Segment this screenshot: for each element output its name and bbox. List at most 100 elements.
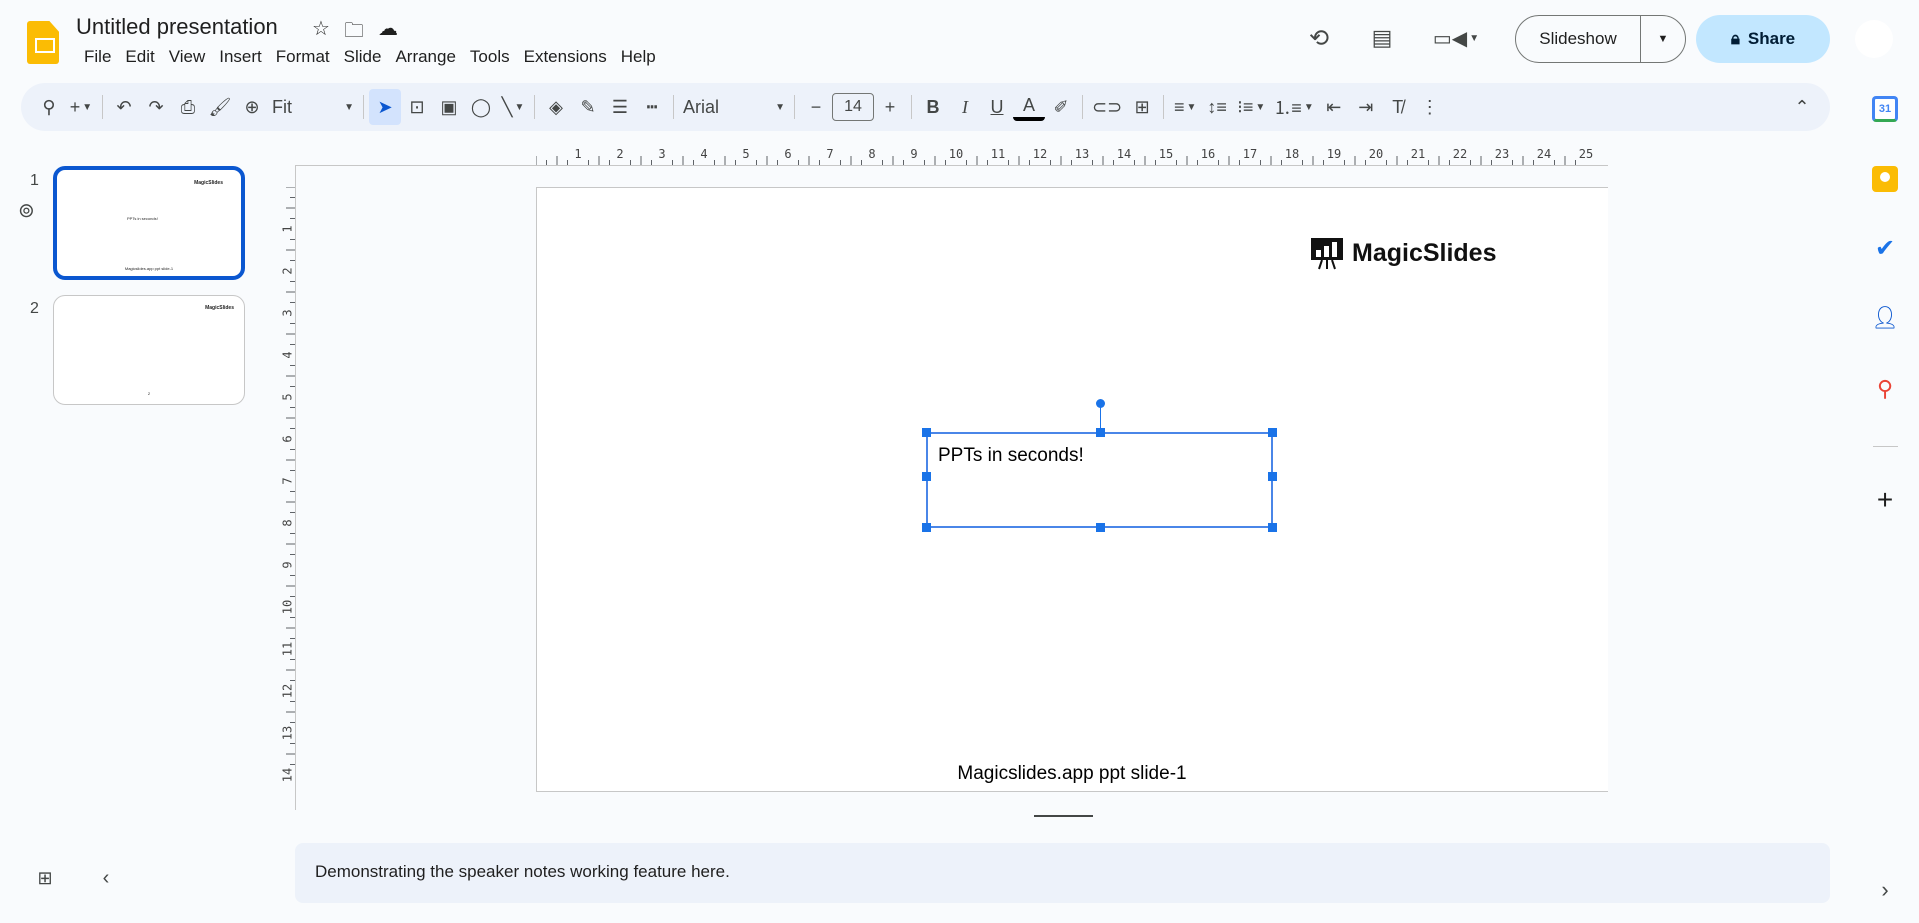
ruler-label: 2 (281, 267, 295, 274)
slide-footer-text[interactable]: Magicslides.app ppt slide-1 (536, 763, 1608, 785)
select-tool-icon[interactable]: ➤ (369, 89, 401, 125)
underline-icon[interactable]: U (981, 89, 1013, 125)
shape-icon[interactable]: ◯ (465, 89, 497, 125)
slideshow-button[interactable]: Slideshow ▼ (1515, 15, 1686, 63)
cloud-saved-icon[interactable]: ☁ (378, 16, 398, 50)
lock-icon: 🔒︎ (1730, 29, 1740, 48)
comments-icon[interactable]: ▤ (1368, 24, 1396, 52)
more-options-icon[interactable]: ⋮ (1414, 89, 1446, 125)
horizontal-ruler[interactable]: 1 2 3 4 5 6 7 8 9 10 11 12 13 14 15 16 17 18 19 20 21 22 23 24 2… (536, 144, 1608, 165)
border-dash-icon[interactable]: ┅ (636, 89, 668, 125)
menu-tools[interactable]: Tools (463, 47, 517, 67)
text-box-icon[interactable]: ⊡ (401, 89, 433, 125)
line-spacing-icon[interactable]: ↕≡ (1201, 89, 1233, 125)
decrease-indent-icon[interactable]: ⇤ (1318, 89, 1350, 125)
font-select[interactable]: Arial ▼ (679, 89, 789, 125)
show-side-panel-chevron-icon[interactable]: › (1872, 877, 1898, 903)
text-color-icon[interactable]: A (1013, 93, 1045, 121)
slides-logo[interactable] (27, 21, 59, 64)
link-icon[interactable]: ⊂⊃ (1088, 89, 1126, 125)
slide-thumbnail-2[interactable]: MagicSlides 2 (53, 295, 245, 405)
numbered-list-icon[interactable]: ⒈≡ ▼ (1269, 89, 1317, 125)
document-title[interactable]: Untitled presentation (76, 14, 278, 40)
textbox-text[interactable]: PPTs in seconds! (938, 445, 1084, 467)
zoom-icon[interactable]: ⊕ (236, 89, 268, 125)
share-button[interactable]: 🔒︎ Share (1696, 15, 1830, 63)
star-icon[interactable]: ☆ (312, 16, 330, 50)
insert-image-icon[interactable]: ▣ (433, 89, 465, 125)
print-icon[interactable]: ⎙ (172, 89, 204, 125)
thumb-logo: MagicSlides (194, 180, 223, 186)
account-avatar[interactable] (1855, 20, 1893, 58)
magicslides-logo[interactable]: MagicSlides (1310, 236, 1497, 270)
thumb-logo: MagicSlides (205, 305, 234, 311)
ruler-label: 19 (1327, 147, 1341, 161)
clear-formatting-icon[interactable]: T̸ (1382, 89, 1414, 125)
menu-extensions[interactable]: Extensions (517, 47, 614, 67)
ruler-label: 10 (949, 147, 963, 161)
align-icon[interactable]: ≡ ▼ (1169, 89, 1201, 125)
fill-color-icon[interactable]: ◈ (540, 89, 572, 125)
ruler-label: 4 (281, 351, 295, 358)
menu-view[interactable]: View (162, 47, 213, 67)
menu-file[interactable]: File (77, 47, 118, 67)
menu-insert[interactable]: Insert (212, 47, 269, 67)
calendar-icon[interactable]: 31 (1872, 96, 1898, 122)
menu-format[interactable]: Format (269, 47, 337, 67)
toolbar: ⚲ + ▼ ↶ ↷ ⎙ 🖌︎ ⊕ Fit ▼ ➤ ⊡ ▣ ◯ ╲ ▼ ◈ ✎ ☰ ┅ … (21, 83, 1830, 131)
redo-icon[interactable]: ↷ (140, 89, 172, 125)
increase-indent-icon[interactable]: ⇥ (1350, 89, 1382, 125)
font-value: Arial (683, 96, 720, 117)
ruler-label: 3 (658, 147, 665, 161)
menu-bar: File Edit View Insert Format Slide Arran… (77, 47, 663, 67)
keep-icon[interactable] (1872, 166, 1898, 192)
collapse-panel-icon[interactable]: ‹ (94, 866, 118, 890)
new-slide-button[interactable]: + ▼ (65, 89, 97, 125)
decrease-font-size-icon[interactable]: − (800, 89, 832, 125)
get-addons-plus-icon[interactable]: + (1872, 484, 1898, 515)
undo-icon[interactable]: ↶ (108, 89, 140, 125)
bulleted-list-icon[interactable]: ⁝≡ ▼ (1233, 89, 1269, 125)
logo-text: MagicSlides (1352, 238, 1497, 267)
paint-format-icon[interactable]: 🖌︎ (204, 89, 236, 125)
highlight-icon[interactable]: ✐ (1045, 89, 1077, 125)
ruler-label: 14 (1117, 147, 1131, 161)
notes-resize-handle[interactable] (1034, 815, 1093, 817)
contacts-icon[interactable]: 👤︎ (1871, 305, 1899, 331)
ruler-label: 7 (281, 477, 295, 484)
slide-thumbnail-1[interactable]: MagicSlides PPTs in seconds! Magicslides… (53, 166, 245, 280)
menu-help[interactable]: Help (614, 47, 663, 67)
grid-view-icon[interactable]: ⊞ (33, 866, 57, 890)
menu-slide[interactable]: Slide (337, 47, 389, 67)
ruler-label: 10 (281, 600, 295, 614)
vertical-ruler[interactable]: 1234567891011121314 (279, 187, 295, 792)
menu-arrange[interactable]: Arrange (388, 47, 462, 67)
bold-icon[interactable]: B (917, 89, 949, 125)
ruler-label: 2 (616, 147, 623, 161)
collapse-toolbar-icon[interactable]: ⌃ (1786, 89, 1818, 125)
increase-font-size-icon[interactable]: + (874, 89, 906, 125)
slideshow-dropdown[interactable]: ▼ (1641, 33, 1685, 45)
search-menus-icon[interactable]: ⚲ (33, 89, 65, 125)
ruler-label: 13 (281, 726, 295, 740)
ruler-label: 21 (1411, 147, 1425, 161)
ruler-label: 8 (281, 519, 295, 526)
version-history-icon[interactable]: ⟲ (1305, 24, 1333, 52)
tasks-icon[interactable]: ✔ (1872, 235, 1898, 262)
slideshow-label[interactable]: Slideshow (1516, 16, 1641, 62)
speaker-notes[interactable]: Demonstrating the speaker notes working … (295, 843, 1830, 903)
ruler-label: 8 (868, 147, 875, 161)
font-size-input[interactable]: 14 (832, 93, 874, 121)
border-weight-icon[interactable]: ☰ (604, 89, 636, 125)
border-color-icon[interactable]: ✎ (572, 89, 604, 125)
move-folder-icon[interactable]: 🗀 (344, 16, 364, 50)
rotate-handle[interactable] (1096, 399, 1105, 408)
add-comment-icon[interactable]: ⊞ (1126, 89, 1158, 125)
ruler-label: 22 (1453, 147, 1467, 161)
meet-button[interactable]: ▭◀ ▼ (1433, 24, 1479, 52)
line-icon[interactable]: ╲ ▼ (497, 89, 529, 125)
menu-edit[interactable]: Edit (118, 47, 161, 67)
zoom-select[interactable]: Fit ▼ (268, 89, 358, 125)
italic-icon[interactable]: I (949, 89, 981, 125)
maps-icon[interactable]: ⚲ (1872, 376, 1898, 402)
